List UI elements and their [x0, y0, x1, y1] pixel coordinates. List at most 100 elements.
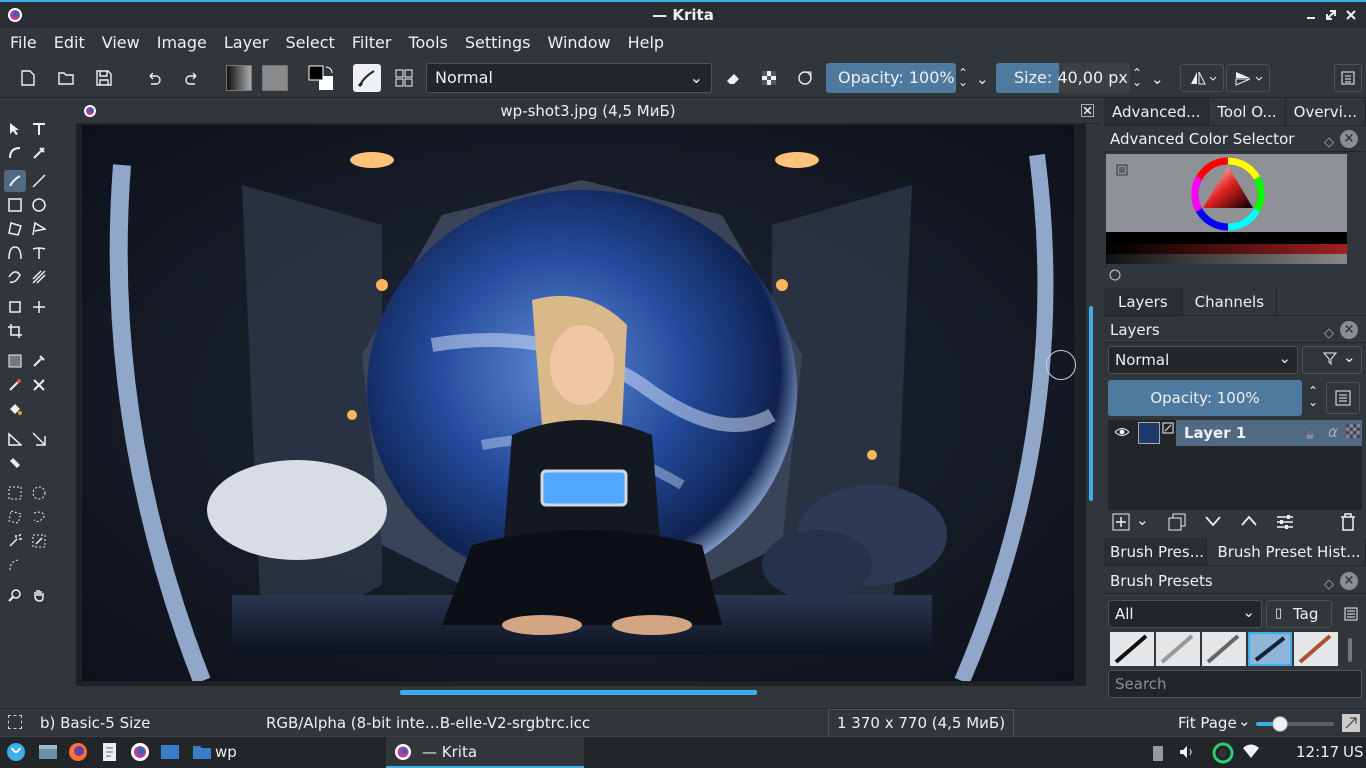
alpha-lock-icon[interactable]: α — [1328, 423, 1338, 441]
close-docker-icon[interactable]: × — [1340, 130, 1358, 148]
similar-select-icon[interactable] — [28, 530, 50, 552]
close-document-icon[interactable] — [1081, 104, 1094, 117]
tab-brush-presets[interactable]: Brush Pres... — [1104, 538, 1208, 565]
app-launcher-icon[interactable] — [6, 742, 26, 762]
canvas-image[interactable] — [82, 125, 1074, 681]
menu-layer[interactable]: Layer — [215, 28, 277, 58]
menu-help[interactable]: Help — [619, 28, 672, 58]
delete-layer-icon[interactable] — [1340, 513, 1356, 531]
zoom-slider[interactable] — [1256, 716, 1334, 732]
firefox-icon[interactable] — [68, 742, 88, 762]
layer-row[interactable]: Layer 1 🔒︎ α — [1108, 420, 1362, 446]
undo-icon[interactable] — [140, 64, 168, 92]
reference-image-icon[interactable] — [4, 452, 26, 474]
layer-opacity-spin-icon[interactable]: ⌃ ⌄ — [1308, 385, 1318, 408]
menu-edit[interactable]: Edit — [45, 28, 93, 58]
pan-tool-icon[interactable] — [28, 584, 50, 606]
layer-settings-icon[interactable] — [1276, 513, 1294, 531]
tab-brush-preset-history[interactable]: Brush Preset Hist... — [1207, 538, 1366, 565]
clock-label[interactable]: 12:17 — [1296, 743, 1339, 761]
fill-tool-icon[interactable] — [4, 398, 26, 420]
pattern-fill-icon[interactable] — [261, 64, 289, 92]
horizontal-scrollbar[interactable] — [400, 690, 757, 695]
transform-tool-icon[interactable] — [4, 296, 26, 318]
brush-preset-tile[interactable] — [1202, 632, 1246, 666]
mirror-vertical-icon[interactable] — [1226, 64, 1270, 92]
color-shade-bar-3[interactable] — [1106, 254, 1347, 264]
close-brush-icon[interactable]: × — [1340, 572, 1358, 590]
menu-file[interactable]: File — [1, 28, 45, 58]
polygon-tool-icon[interactable] — [4, 218, 26, 240]
calligraphy-icon[interactable] — [28, 142, 50, 164]
eye-visibility-icon[interactable] — [1114, 425, 1130, 439]
polygon-select-icon[interactable] — [4, 506, 26, 528]
contiguous-select-icon[interactable] — [4, 530, 26, 552]
float-layers-icon[interactable]: ◇ — [1324, 321, 1334, 347]
move-layer-up-icon[interactable] — [1240, 514, 1258, 528]
size-slider[interactable]: Size: 40,00 px — [996, 63, 1130, 93]
color-shade-bar-1[interactable] — [1106, 232, 1347, 244]
network-wifi-icon[interactable] — [1242, 743, 1260, 761]
brush-preset-tile[interactable] — [1156, 632, 1200, 666]
taskbar-active-window[interactable]: — Krita — [386, 737, 584, 768]
polyline-tool-icon[interactable] — [28, 218, 50, 240]
file-manager-icon[interactable] — [38, 742, 58, 762]
reload-preset-icon[interactable] — [791, 64, 819, 92]
measure-tool-icon[interactable] — [28, 428, 50, 450]
opacity-spin-icon[interactable]: ⌃ ⌄ — [958, 67, 968, 88]
bezier-select-icon[interactable] — [4, 554, 26, 576]
hue-ring-triangle[interactable] — [1190, 156, 1266, 232]
crop-tool-icon[interactable] — [4, 320, 26, 342]
tab-layers[interactable]: Layers — [1104, 288, 1183, 315]
size-dropdown-icon[interactable]: ⌄ — [1151, 70, 1164, 88]
color-selector-widget[interactable] — [1106, 154, 1347, 264]
text-editor-icon[interactable] — [100, 742, 120, 762]
zoom-tool-icon[interactable] — [4, 584, 26, 606]
assistant-tool-icon[interactable] — [4, 428, 26, 450]
menu-filter[interactable]: Filter — [343, 28, 400, 58]
opacity-dropdown-icon[interactable]: ⌄ — [976, 70, 989, 88]
tab-overview[interactable]: Overvi... — [1286, 98, 1366, 125]
redo-icon[interactable] — [178, 64, 206, 92]
image-dimensions-label[interactable]: 1 370 x 770 (4,5 МиБ) — [828, 709, 1015, 737]
menu-settings[interactable]: Settings — [456, 28, 539, 58]
edit-shapes-icon[interactable] — [4, 142, 26, 164]
duplicate-layer-icon[interactable] — [1168, 513, 1186, 531]
float-brush-icon[interactable]: ◇ — [1324, 572, 1334, 598]
add-layer-dropdown-icon[interactable]: ⌄ — [1136, 511, 1149, 529]
smart-patch-icon[interactable] — [28, 374, 50, 396]
brush-preset-tile-selected[interactable] — [1248, 632, 1292, 666]
inherit-alpha-icon[interactable] — [1346, 424, 1360, 438]
tab-channels[interactable]: Channels — [1183, 288, 1278, 315]
layer-properties-icon[interactable] — [1326, 382, 1360, 414]
brush-preset-tile[interactable] — [1294, 632, 1338, 666]
brush-search-input[interactable]: Search — [1108, 670, 1362, 698]
layer-opacity-slider[interactable]: Opacity: 100% — [1108, 380, 1302, 416]
zoom-slider-handle[interactable] — [1272, 716, 1288, 732]
add-layer-icon[interactable] — [1112, 513, 1130, 531]
close-layers-icon[interactable]: × — [1340, 321, 1358, 339]
lock-icon[interactable]: 🔒︎ — [1306, 425, 1314, 443]
layer-filter-button[interactable]: ⌄ — [1302, 346, 1362, 374]
window-app-icon[interactable] — [160, 742, 180, 762]
select-shapes-icon[interactable] — [4, 118, 26, 140]
brush-preset-tile[interactable] — [1110, 632, 1154, 666]
gradient-tool-icon[interactable] — [4, 350, 26, 372]
menu-window[interactable]: Window — [538, 28, 618, 58]
line-tool-icon[interactable] — [28, 170, 50, 192]
freehand-path-icon[interactable] — [28, 242, 50, 264]
rectangle-tool-icon[interactable] — [4, 194, 26, 216]
clipboard-icon[interactable] — [1150, 743, 1166, 763]
color-shade-bar-2[interactable] — [1106, 244, 1347, 254]
move-layer-down-icon[interactable] — [1204, 514, 1222, 528]
freehand-select-icon[interactable] — [28, 506, 50, 528]
move-tool-icon[interactable] — [28, 296, 50, 318]
open-document-icon[interactable] — [52, 64, 80, 92]
multibrush-icon[interactable] — [28, 266, 50, 288]
brush-tag-filter-select[interactable]: All ⌄ — [1108, 600, 1262, 628]
brush-preset-icon[interactable] — [353, 64, 381, 92]
eraser-icon[interactable] — [719, 64, 747, 92]
menu-select[interactable]: Select — [276, 28, 342, 58]
zoom-level-label[interactable]: Fit Page — [1178, 714, 1237, 732]
menu-tools[interactable]: Tools — [399, 28, 455, 58]
